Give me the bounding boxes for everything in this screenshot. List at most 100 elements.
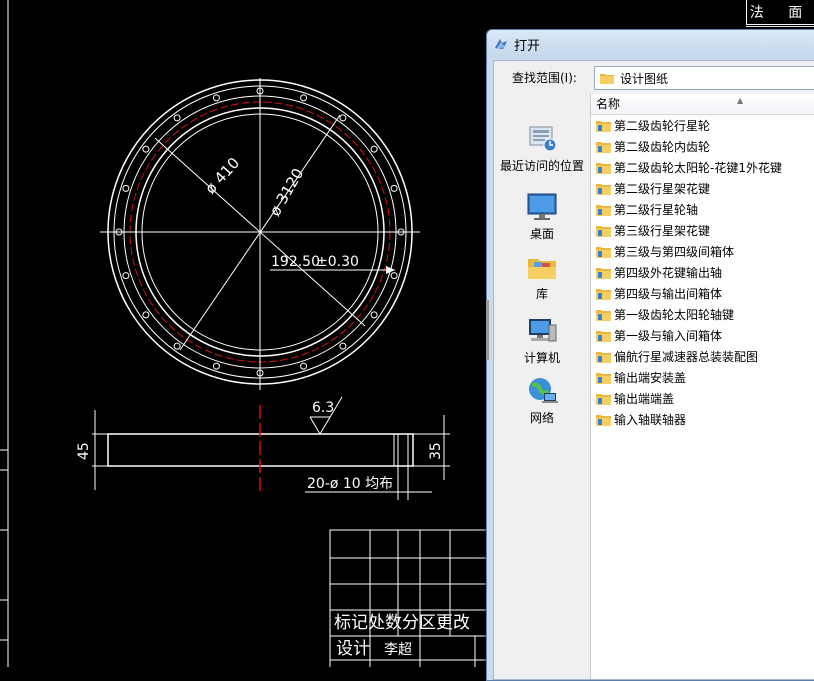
place-label: 桌面 <box>529 227 554 241</box>
dim-diameter-bolt: ø 3120 <box>266 165 308 219</box>
folder-icon <box>596 226 611 237</box>
bolt-hole <box>390 184 398 192</box>
holes-note: 20-ø 10 均布 <box>307 476 393 492</box>
dim-diameter-inner: ø 410 <box>201 154 243 198</box>
file-item[interactable]: 偏航行星减速器总装装配图 <box>591 346 814 367</box>
bolt-hole <box>173 342 181 350</box>
place-network[interactable]: 网络 <box>494 375 590 426</box>
file-item[interactable]: 第二级行星架花键 <box>591 178 814 199</box>
file-item[interactable]: 第一级齿轮太阳轮轴键 <box>591 304 814 325</box>
file-name: 输出端安装盖 <box>614 371 687 385</box>
folder-icon <box>596 205 611 216</box>
file-name: 偏航行星减速器总装装配图 <box>614 350 759 364</box>
place-label: 最近访问的位置 <box>499 159 584 173</box>
file-item[interactable]: 第三级行星架花键 <box>591 220 814 241</box>
file-name: 第二级行星架花键 <box>614 182 711 196</box>
ring-side-view <box>92 396 450 500</box>
autocad-open-icon <box>495 39 507 49</box>
libraries-icon <box>528 259 556 279</box>
open-file-dialog[interactable]: 打开 查找范围(I): 设计图纸 最近访问的位置 桌面 库 计算机 网络 名称 … <box>486 29 814 681</box>
file-item[interactable]: 第二级齿轮内齿轮 <box>591 136 814 157</box>
column-header-label: 名称 <box>596 97 621 111</box>
file-item[interactable]: 第一级与输入间箱体 <box>591 325 814 346</box>
file-list[interactable]: 名称 ▲ 第二级齿轮行星轮第二级齿轮内齿轮第二级齿轮太阳轮-花键1外花键 第二级行… <box>590 94 814 679</box>
file-name: 输入轴联轴器 <box>614 413 687 427</box>
folder-icon <box>596 352 611 363</box>
file-item[interactable]: 第二级齿轮行星轮 <box>591 115 814 136</box>
folder-icon <box>596 310 611 321</box>
bolt-hole <box>173 114 181 122</box>
desktop-icon <box>527 193 557 220</box>
place-label: 计算机 <box>523 351 560 365</box>
corner-divider <box>746 26 814 27</box>
folder-icon <box>596 289 611 300</box>
bolt-hole <box>390 272 398 280</box>
dim-height-right: 35 <box>428 442 444 460</box>
folder-icon <box>596 184 611 195</box>
dim-tolerance: ±0.30 <box>316 254 359 270</box>
file-item[interactable]: 第二级齿轮太阳轮-花键1外花键 <box>591 157 814 178</box>
look-in-combobox[interactable]: 设计图纸 <box>594 66 814 90</box>
file-name: 第三级与第四级间箱体 <box>614 245 735 259</box>
bolt-hole <box>370 311 378 319</box>
file-name: 输出端端盖 <box>614 392 675 406</box>
place-computer[interactable]: 计算机 <box>494 315 590 366</box>
bolt-hole <box>122 272 130 280</box>
roughness-value: 6.3 <box>312 400 334 416</box>
file-name: 第二级齿轮太阳轮-花键1外花键 <box>614 161 782 175</box>
file-name: 第四级外花键输出轴 <box>614 266 723 280</box>
recent-places-icon <box>529 126 557 152</box>
bolt-hole <box>142 311 150 319</box>
file-name: 第一级与输入间箱体 <box>614 329 723 343</box>
network-icon <box>529 378 558 403</box>
bolt-hole <box>339 342 347 350</box>
bolt-hole <box>370 145 378 153</box>
file-name: 第二级行星轮轴 <box>614 203 699 217</box>
file-item[interactable]: 第四级外花键输出轴 <box>591 262 814 283</box>
place-libraries[interactable]: 库 <box>494 251 590 302</box>
dim-radius: 192.50 <box>271 254 320 270</box>
folder-icon <box>596 373 611 384</box>
place-desktop[interactable]: 桌面 <box>494 191 590 242</box>
file-item[interactable]: 输出端安装盖 <box>591 367 814 388</box>
folder-icon <box>596 268 611 279</box>
dialog-body: 查找范围(I): 设计图纸 最近访问的位置 桌面 库 计算机 网络 名称 ▲ 第… <box>493 60 814 680</box>
dialog-title: 打开 <box>514 38 541 54</box>
file-item[interactable]: 输入轴联轴器 <box>591 409 814 430</box>
file-item[interactable]: 第四级与输出间箱体 <box>591 283 814 304</box>
drawing-scrollbar[interactable] <box>486 300 489 360</box>
bolt-hole <box>212 94 220 102</box>
folder-icon <box>596 142 611 153</box>
bolt-hole <box>339 114 347 122</box>
ring-top-view <box>100 78 420 390</box>
titleblock-designer: 李超 <box>384 642 412 658</box>
bolt-hole <box>122 184 130 192</box>
place-recent[interactable]: 最近访问的位置 <box>494 123 590 174</box>
folder-icon <box>596 331 611 342</box>
file-rows: 第二级齿轮行星轮 第二级齿轮内齿轮 第二级齿轮太阳轮-花键1外花键 第二级行星架花键第… <box>591 115 814 430</box>
folder-icon <box>596 247 611 258</box>
column-header-name[interactable]: 名称 ▲ <box>591 94 814 115</box>
look-in-row: 查找范围(I): 设计图纸 <box>494 61 814 93</box>
places-bar: 最近访问的位置 桌面 库 计算机 网络 <box>494 123 590 679</box>
file-item[interactable]: 第二级行星轮轴 <box>591 199 814 220</box>
sort-ascending-icon: ▲ <box>737 96 744 105</box>
titleblock-header: 标记处数分区更改 <box>334 613 470 633</box>
file-item[interactable]: 第三级与第四级间箱体 <box>591 241 814 262</box>
bolt-hole <box>300 94 308 102</box>
folder-icon <box>596 415 611 426</box>
place-label: 库 <box>535 287 548 301</box>
file-name: 第三级行星架花键 <box>614 224 711 238</box>
corner-label: 法 面 <box>746 0 814 25</box>
bolt-hole <box>300 362 308 370</box>
titleblock-design-label: 设计 <box>336 639 370 659</box>
folder-icon <box>596 394 611 405</box>
dim-height-left: 45 <box>76 442 92 460</box>
file-name: 第二级齿轮行星轮 <box>614 119 711 133</box>
place-label: 网络 <box>529 411 554 425</box>
look-in-label: 查找范围(I): <box>512 70 577 85</box>
file-name: 第一级齿轮太阳轮轴键 <box>614 308 735 322</box>
folder-icon <box>596 121 611 132</box>
dialog-titlebar[interactable]: 打开 <box>487 30 814 58</box>
file-item[interactable]: 输出端端盖 <box>591 388 814 409</box>
